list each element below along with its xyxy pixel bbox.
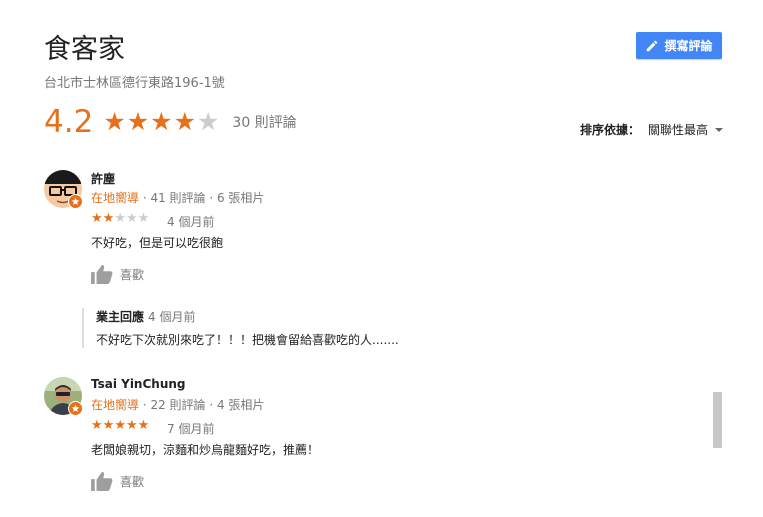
star-icon: ★ (103, 107, 127, 136)
star-icon: ★ (102, 211, 115, 226)
pencil-icon (647, 40, 658, 51)
like-button[interactable]: 喜歡 (91, 264, 144, 284)
review-date: 4 個月前 (167, 215, 215, 229)
local-guide-label: 在地嚮導 (91, 398, 140, 412)
local-guide-badge-icon (68, 401, 83, 416)
review-stars: ★★★★★ (91, 211, 149, 226)
owner-reply-label: 業主回應 (96, 310, 145, 324)
reviewer-meta: 在地嚮導 · 22 則評論 · 4 張相片 (91, 396, 264, 413)
average-rating-stars: ★★★★★ (103, 104, 220, 140)
avatar[interactable] (44, 170, 83, 209)
caret-down-icon (715, 127, 724, 132)
write-review-label: 撰寫評論 (664, 39, 713, 53)
star-empty-icon: ★ (197, 107, 221, 136)
review-count[interactable]: 30 則評論 (232, 112, 296, 132)
star-empty-icon: ★ (114, 211, 126, 226)
rating-summary: 4.2 ★★★★★ 30 則評論 (44, 104, 297, 140)
local-guide-badge-icon (68, 194, 83, 209)
star-empty-icon: ★ (125, 211, 138, 226)
scrollbar-thumb[interactable] (713, 392, 722, 448)
reviewer-stats: · 41 則評論 · 6 張相片 (139, 191, 265, 205)
owner-reply-date: 4 個月前 (148, 310, 196, 324)
review-stars: ★★★★★ (91, 418, 149, 433)
average-rating: 4.2 (44, 104, 94, 140)
star-icon: ★ (126, 107, 151, 136)
reviewer-name[interactable]: 許塵 (91, 170, 115, 187)
reviewer-name[interactable]: Tsai YinChung (91, 377, 186, 391)
sort-value: 關聯性最高 (648, 123, 709, 137)
star-icon: ★ (102, 418, 115, 433)
star-icon: ★ (114, 418, 126, 433)
star-empty-icon: ★ (137, 211, 150, 226)
like-button[interactable]: 喜歡 (91, 471, 144, 491)
owner-reply-text: 不好吃下次就別來吃了！！！把機會留給喜歡吃的人....... (96, 333, 399, 347)
like-label: 喜歡 (120, 267, 145, 282)
place-address: 台北市士林區德行東路196-1號 (44, 76, 225, 91)
review-date: 7 個月前 (167, 422, 215, 436)
owner-reply: 業主回應 4 個月前 不好吃下次就別來吃了！！！把機會留給喜歡吃的人....... (82, 308, 399, 348)
star-icon: ★ (137, 418, 150, 433)
like-label: 喜歡 (120, 474, 145, 489)
sort-dropdown[interactable]: 排序依據： 關聯性最高 (580, 121, 724, 138)
star-icon: ★ (173, 107, 197, 136)
avatar[interactable] (44, 377, 83, 416)
thumbs-up-icon (91, 264, 113, 284)
star-icon: ★ (91, 418, 103, 433)
review-text: 老闆娘親切，涼麵和炒烏龍麵好吃，推薦！ (91, 443, 320, 457)
reviewer-stats: · 22 則評論 · 4 張相片 (139, 398, 265, 412)
sort-label: 排序依據： (580, 123, 641, 137)
reviewer-meta: 在地嚮導 · 41 則評論 · 6 張相片 (91, 189, 264, 206)
local-guide-label: 在地嚮導 (91, 191, 140, 205)
star-icon: ★ (91, 211, 103, 226)
thumbs-up-icon (91, 471, 113, 491)
write-review-button[interactable]: 撰寫評論 (636, 32, 722, 59)
star-icon: ★ (150, 107, 174, 136)
place-title: 食客家 (44, 34, 125, 65)
review-text: 不好吃，但是可以吃很飽 (91, 236, 224, 250)
star-icon: ★ (125, 418, 138, 433)
